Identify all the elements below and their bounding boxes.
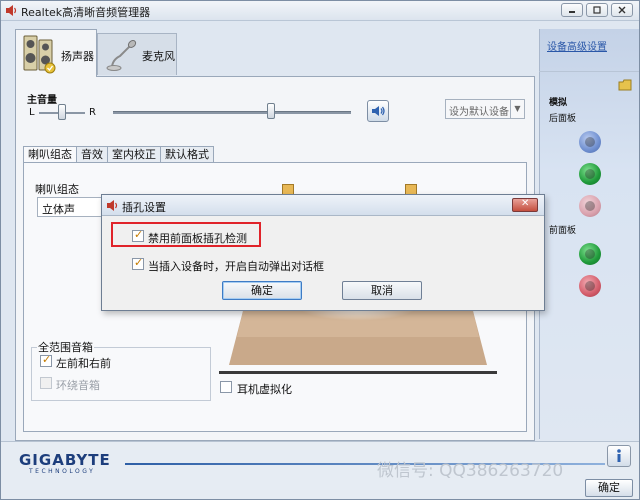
close-icon (618, 6, 626, 14)
sub-tab-bar: 喇叭组态 音效 室内校正 默认格式 (23, 146, 214, 163)
rear-panel-label: 后面板 (549, 114, 577, 124)
tab-sound-effects[interactable]: 音效 (76, 146, 108, 162)
volume-slider-thumb[interactable] (267, 103, 275, 119)
front-panel-label: 前面板 (549, 226, 577, 236)
disable-front-jack-detection-label: 禁用前面板插孔检测 (148, 232, 247, 245)
speaker-app-icon (6, 5, 17, 16)
speaker-config-label: 喇叭组态 (35, 183, 79, 196)
tab-microphone-label: 麦克风 (142, 50, 175, 63)
advanced-device-settings-link[interactable]: 设备高级设置 (547, 38, 607, 53)
room-floor-illustration (229, 307, 487, 365)
info-icon (617, 449, 621, 462)
restore-icon (593, 6, 601, 14)
gigabyte-technology-text: TECHNOLOGY (29, 468, 96, 475)
window-title: Realtek高清晰音频管理器 (21, 6, 151, 19)
info-button[interactable] (607, 445, 631, 467)
speaker-config-value: 立体声 (42, 203, 75, 216)
tab-microphone[interactable]: 麦克风 (97, 33, 177, 75)
side-divider (539, 71, 639, 72)
gigabyte-logo: GIGABYTE (19, 451, 111, 469)
folder-icon[interactable] (618, 79, 632, 91)
front-jack-pink[interactable] (579, 275, 601, 297)
tab-speaker-label: 扬声器 (61, 50, 94, 63)
tab-room-correction[interactable]: 室内校正 (107, 146, 161, 162)
dialog-cancel-button[interactable]: 取消 (342, 281, 422, 300)
main-volume-label: 主音量 (27, 95, 57, 106)
jack-settings-dialog: 插孔设置 (101, 194, 545, 311)
floor-baseline (219, 371, 497, 374)
dialog-close-button[interactable] (512, 198, 538, 212)
disable-front-jack-detection-checkbox[interactable] (132, 228, 144, 242)
surround-checkbox[interactable] (40, 377, 52, 389)
balance-right-label: R (89, 107, 96, 118)
balance-slider-thumb[interactable] (58, 104, 66, 120)
minimize-icon (569, 11, 575, 13)
auto-popup-checkbox[interactable] (132, 256, 144, 270)
front-left-right-label: 左前和右前 (56, 357, 111, 370)
speaker-volume-icon (372, 106, 385, 116)
dialog-title: 插孔设置 (122, 201, 166, 214)
auto-popup-label: 当插入设备时，开启自动弹出对话框 (148, 260, 324, 273)
rear-jack-green[interactable] (579, 163, 601, 185)
close-button[interactable] (611, 3, 633, 17)
dialog-ok-button[interactable]: 确定 (222, 281, 302, 300)
surround-label: 环绕音箱 (56, 379, 100, 392)
main-window: Realtek高清晰音频管理器 扬声器 麦克风 主音量 L R 设为默认设备 ▼… (0, 0, 640, 500)
volume-slider-track[interactable] (113, 111, 351, 114)
dialog-title-bar: 插孔设置 (102, 195, 544, 216)
tab-default-format[interactable]: 默认格式 (160, 146, 214, 162)
balance-left-label: L (29, 107, 35, 118)
speaker-icon (23, 35, 56, 74)
analog-label: 模拟 (549, 98, 568, 108)
front-left-right-checkbox[interactable] (40, 353, 52, 367)
main-ok-button[interactable]: 确定 (585, 479, 633, 497)
headphone-virtualization-label: 耳机虚拟化 (237, 383, 292, 396)
minimize-button[interactable] (561, 3, 583, 17)
title-bar: Realtek高清晰音频管理器 (1, 1, 639, 21)
rear-jack-blue[interactable] (579, 131, 601, 153)
tab-speaker[interactable]: 扬声器 (15, 29, 97, 77)
restore-button[interactable] (586, 3, 608, 17)
mute-button[interactable] (367, 100, 389, 122)
tab-speaker-config[interactable]: 喇叭组态 (23, 146, 77, 163)
front-jack-green[interactable] (579, 243, 601, 265)
chevron-down-icon: ▼ (510, 100, 524, 118)
speaker-dialog-icon (107, 200, 118, 211)
set-default-device-label: 设为默认设备 (449, 107, 509, 118)
rear-jack-pink[interactable] (579, 195, 601, 217)
wechat-watermark: 微信号: QQ386263720 (377, 461, 564, 481)
set-default-device-dropdown[interactable]: 设为默认设备 ▼ (445, 99, 525, 119)
microphone-icon (106, 40, 137, 71)
headphone-virtualization-checkbox[interactable] (220, 381, 232, 393)
